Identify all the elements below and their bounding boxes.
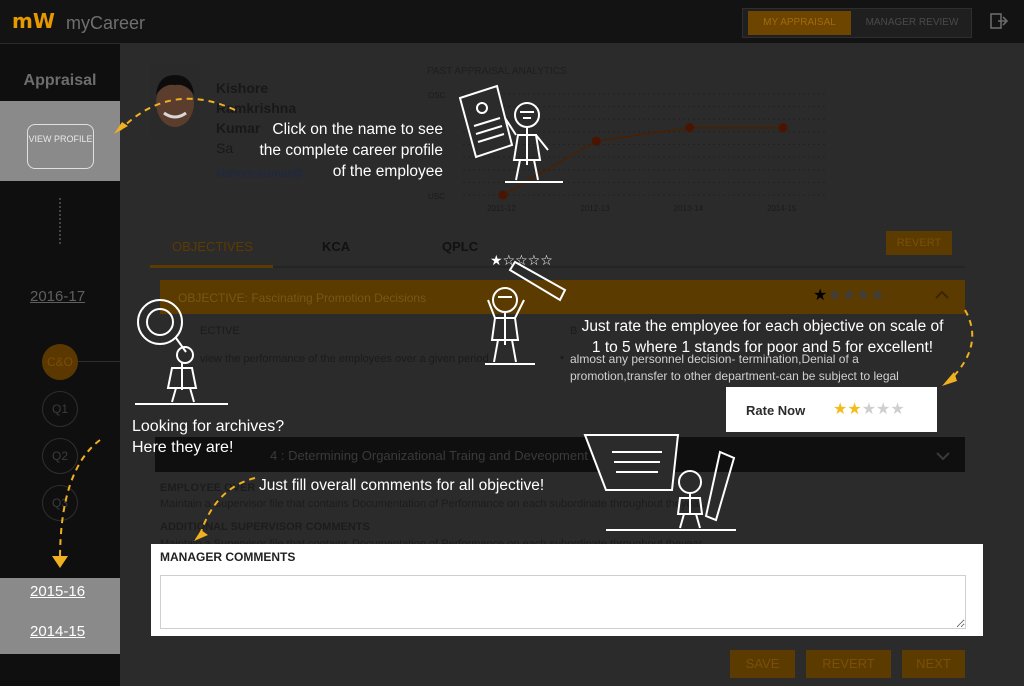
archive-year-2015-16[interactable]: 2015-16	[30, 583, 85, 600]
magnifier-character-icon	[135, 299, 228, 405]
arrow-head-icon	[942, 372, 957, 386]
chart-point	[778, 123, 788, 133]
chevron-down-icon[interactable]	[936, 451, 950, 461]
star-icon[interactable]: ★	[842, 287, 856, 304]
chart-x-tick: 2013-14	[674, 204, 704, 213]
employee-section-heading: EMPLOYEE OVER	[160, 482, 256, 494]
chart-x-tick: 2014-15	[767, 204, 797, 213]
tip-archives: Looking for archives? Here they are!	[132, 416, 332, 458]
revert-button[interactable]: REVERT	[806, 650, 891, 678]
sidebar-title: Appraisal	[23, 72, 97, 89]
objective-1-rating[interactable]: ★★★★★	[813, 285, 885, 305]
objective-1-left-text: view the performance of the employees ov…	[200, 353, 489, 365]
supervisor-comments-heading: ADDITIONAL SUPERVISOR COMMENTS	[160, 521, 370, 533]
sidebar-year-current[interactable]: 2016-17	[30, 288, 85, 305]
employee-name-first[interactable]: Kishore	[216, 80, 268, 96]
tip-profile-line-3: of the employee	[332, 163, 443, 180]
revert-top-button[interactable]: REVERT	[886, 231, 952, 255]
chart-x-tick: 2012-13	[580, 204, 610, 213]
archive-year-2014-15[interactable]: 2014-15	[30, 623, 85, 640]
chart-point	[498, 190, 508, 200]
rate-now-stars[interactable]: ★★★★★	[833, 399, 905, 419]
chart-x-tick: 2011-12	[487, 204, 516, 213]
tab-manager-review[interactable]: MANAGER REVIEW	[858, 11, 966, 35]
chart-y-tick: OSC	[428, 91, 446, 100]
star-icon[interactable]: ★	[876, 401, 890, 418]
star-icon[interactable]: ★	[813, 287, 827, 304]
objective-1-left-heading: ECTIVE	[200, 325, 240, 337]
tip-profile: Click on the name to see the complete ca…	[222, 119, 443, 182]
sidebar-divider	[59, 198, 61, 244]
objective-1-title: OBJECTIVE: Fascinating Promotion Decisio…	[178, 291, 427, 305]
chart-point	[685, 123, 695, 133]
bullet-icon: •	[560, 352, 564, 364]
star-icon[interactable]: ★	[890, 401, 904, 418]
star-icon[interactable]: ★	[827, 287, 841, 304]
next-button[interactable]: NEXT	[902, 650, 965, 678]
timeline-connector	[78, 361, 120, 362]
star-icon[interactable]: ★	[856, 287, 870, 304]
quarter-q3[interactable]: Q3	[42, 485, 78, 521]
tip-rate: Just rate the employee for each objectiv…	[565, 316, 960, 358]
tip-comments: Just fill overall comments for all objec…	[259, 477, 545, 494]
logout-icon[interactable]	[990, 12, 1008, 30]
app-root: mW myCareer MY APPRAISAL MANAGER REVIEW …	[0, 0, 1024, 686]
tab-qplc[interactable]: QPLC	[442, 239, 478, 254]
employee-section-text: Maintain a Supervisor file that contains…	[160, 498, 705, 510]
objective-1-right-text-2: promotion,transfer to other department-c…	[570, 369, 899, 383]
save-button[interactable]: SAVE	[730, 650, 795, 678]
avatar	[150, 65, 200, 140]
appraisal-chart: USCECCOSC2011-12 2012-13 2013-14 2014-15	[428, 91, 828, 213]
tab-my-appraisal[interactable]: MY APPRAISAL	[748, 11, 851, 35]
view-profile-button[interactable]: VIEW PROFILE	[27, 124, 94, 169]
tip-profile-line-2: the complete career profile	[259, 142, 443, 159]
tab-objectives[interactable]: OBJECTIVES	[172, 239, 253, 254]
manager-comments-label: MANAGER COMMENTS	[160, 550, 296, 564]
tip-archives-line-1: Looking for archives?	[132, 418, 285, 435]
manager-comments-input[interactable]	[160, 575, 966, 629]
tip-profile-line-1: Click on the name to see	[272, 121, 443, 138]
quarter-co[interactable]: C&O	[42, 344, 78, 380]
star-icon[interactable]: ★	[862, 401, 876, 418]
quarter-q2[interactable]: Q2	[42, 438, 78, 474]
chart-y-tick: USC	[428, 192, 445, 201]
app-name: myCareer	[66, 13, 146, 33]
quarter-q1[interactable]: Q1	[42, 391, 78, 427]
active-tab-underline	[150, 265, 273, 268]
tip-rate-line-2: 1 to 5 where 1 stands for poor and 5 for…	[591, 339, 934, 356]
star-icon[interactable]: ★	[847, 401, 861, 418]
star-icon[interactable]: ★	[870, 287, 884, 304]
rate-now-label: Rate Now	[746, 403, 806, 418]
star-icon[interactable]: ★	[833, 401, 847, 418]
tab-kca[interactable]: KCA	[322, 239, 350, 254]
chart-point	[591, 136, 601, 146]
chevron-up-icon[interactable]	[935, 290, 949, 300]
chart-series-line	[502, 126, 783, 196]
app-logo[interactable]: mW	[12, 9, 55, 33]
employee-name-middle[interactable]: Ramkrishna	[216, 100, 296, 116]
tip-archives-line-2: Here they are!	[132, 439, 234, 456]
tip-rate-line-1: Just rate the employee for each objectiv…	[581, 318, 944, 335]
